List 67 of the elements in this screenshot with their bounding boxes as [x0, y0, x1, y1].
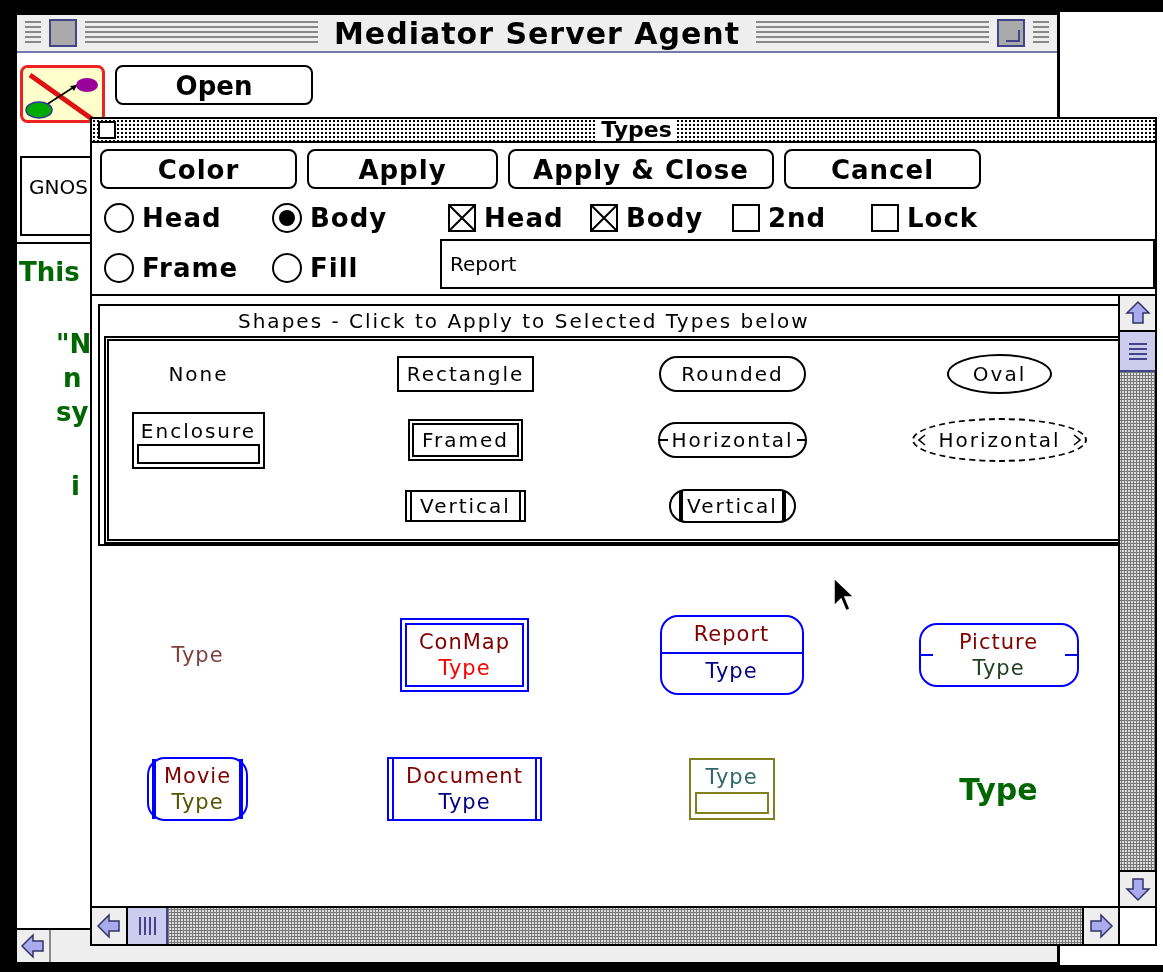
vertical-scrollbar[interactable] [1118, 296, 1155, 906]
dialog-button[interactable]: Apply [307, 149, 498, 189]
shape-option[interactable]: Enclosure [131, 411, 266, 469]
type-heading: ConMap [418, 628, 511, 655]
shape-option[interactable]: Framed [408, 419, 523, 461]
scroll-right-icon[interactable] [1088, 913, 1114, 939]
scroll-left-icon[interactable] [20, 933, 46, 959]
type-sample[interactable]: ConMap Type [399, 617, 530, 693]
window-title: Types [597, 119, 676, 141]
type-heading: Report [693, 622, 770, 647]
type-label: Type [171, 789, 224, 816]
scroll-thumb[interactable] [1120, 332, 1155, 372]
horizontal-scrollbar[interactable] [92, 908, 1118, 944]
type-sample[interactable]: Document Type [387, 756, 542, 822]
type-sample[interactable]: Type [688, 757, 775, 821]
checkbox-option[interactable]: 2nd [732, 199, 871, 237]
checkbox-option[interactable]: Lock [871, 199, 1155, 237]
shape-option[interactable]: Horizontal [912, 418, 1087, 462]
mediator-logo-icon[interactable] [20, 65, 105, 123]
shape-option[interactable]: Oval [946, 354, 1053, 394]
shape-option[interactable]: Horizontal [658, 422, 807, 458]
description-text: i [71, 470, 80, 502]
cross-icon [450, 206, 474, 230]
panel-title: Shapes - Click to Apply to Selected Types below [238, 308, 810, 335]
scroll-down-icon[interactable] [1124, 876, 1151, 902]
type-label: Type [438, 655, 491, 682]
shape-option[interactable]: None [160, 360, 237, 388]
checkbox-option[interactable]: Body [590, 199, 732, 237]
type-sample[interactable]: Movie Type [146, 756, 249, 822]
arrowhead-icon [918, 434, 927, 446]
shape-option[interactable]: Rounded [659, 356, 806, 392]
description-text: "N [56, 328, 92, 360]
type-label: Type [171, 641, 224, 669]
arrowhead-icon [1072, 434, 1081, 446]
radio-option[interactable]: Fill [272, 249, 440, 287]
shape-option[interactable]: Vertical [405, 490, 526, 522]
type-label: Type [705, 658, 758, 685]
description-text: n [63, 362, 82, 394]
radio-option[interactable]: Frame [104, 249, 272, 287]
type-heading: Document [406, 762, 523, 789]
radio-option[interactable]: Head [104, 199, 272, 237]
shape-option[interactable]: Rectangle [396, 356, 535, 392]
radio-option[interactable]: Body [272, 199, 440, 237]
dialog-button[interactable]: Cancel [784, 149, 981, 189]
dialog-button[interactable]: Apply & Close [508, 149, 774, 189]
type-label: Type [959, 770, 1038, 809]
type-label: Type [438, 789, 491, 816]
scroll-thumb[interactable] [128, 908, 168, 944]
open-button[interactable]: Open [115, 65, 313, 105]
close-box[interactable] [98, 121, 116, 139]
dialog-button[interactable]: Color [100, 149, 297, 189]
shape-option[interactable]: Vertical [669, 489, 796, 523]
type-heading: Movie [163, 762, 232, 789]
description-text: sy [56, 396, 89, 428]
type-label: Type [972, 655, 1025, 682]
description-text: This [19, 256, 80, 288]
checkbox-option[interactable]: Head [448, 199, 590, 237]
type-sample[interactable]: Picture Type [918, 622, 1079, 688]
scroll-left-icon[interactable] [96, 913, 122, 939]
name-field[interactable]: Report [440, 239, 1155, 289]
zoom-box[interactable] [997, 19, 1025, 47]
type-label: Type [705, 763, 758, 791]
type-heading: Picture [958, 628, 1039, 655]
cross-icon [592, 206, 616, 230]
type-sample[interactable]: Report Type [659, 615, 804, 695]
window-title: Mediator Server Agent [333, 14, 741, 53]
scroll-up-icon[interactable] [1124, 300, 1151, 326]
